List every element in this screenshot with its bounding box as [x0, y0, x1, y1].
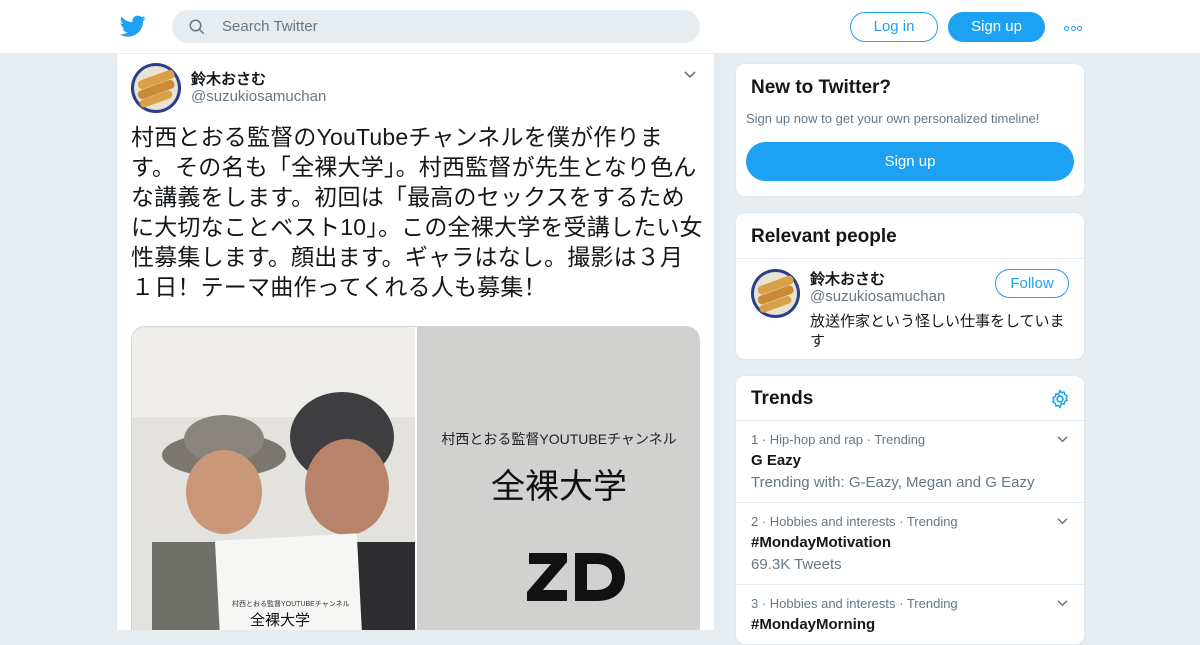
tweet-author-handle[interactable]: @suzukiosamuchan: [191, 88, 326, 105]
search-icon: [189, 19, 205, 35]
trends-card: Trends 1 · Hip-hop and rap · Trending G …: [735, 375, 1085, 645]
trend-description: Trending with: G-Eazy, Megan and G Eazy: [751, 474, 1035, 491]
trend-meta: 2 · Hobbies and interests · Trending: [751, 514, 958, 529]
divider: [736, 258, 1084, 259]
trend-name[interactable]: G Eazy: [751, 452, 801, 469]
document-title: 村西とおる監督YOUTUBEチャンネル: [441, 431, 677, 447]
follow-button[interactable]: Follow: [995, 269, 1069, 298]
document-heading: 全裸大学: [491, 467, 627, 507]
avatar[interactable]: [131, 63, 181, 113]
chevron-down-icon[interactable]: [1056, 517, 1069, 526]
tweet-author-name[interactable]: 鈴木おさむ: [191, 68, 266, 89]
small-document-heading: 全裸大学: [250, 612, 311, 629]
avatar-image: [131, 63, 181, 113]
relevant-people-title: Relevant people: [751, 226, 897, 247]
trend-name[interactable]: #MondayMotivation: [751, 534, 891, 551]
small-document-title: 村西とおる監督YOUTUBEチャンネル: [232, 601, 350, 608]
trend-meta: 1 · Hip-hop and rap · Trending: [751, 432, 926, 447]
relevant-person-name[interactable]: 鈴木おさむ: [810, 268, 885, 289]
signup-button[interactable]: Sign up: [948, 12, 1045, 42]
more-options-icon[interactable]: [1064, 18, 1086, 34]
search-input[interactable]: Search Twitter: [222, 18, 318, 35]
trend-description: 69.3K Tweets: [751, 556, 842, 573]
chevron-down-icon[interactable]: [1056, 435, 1069, 444]
relevant-person-bio: 放送作家という怪しい仕事をしています: [810, 313, 1065, 350]
new-to-twitter-card: New to Twitter? Sign up now to get your …: [735, 63, 1085, 197]
twitter-bird-icon[interactable]: [120, 13, 146, 39]
trend-meta: 3 · Hobbies and interests · Trending: [751, 596, 958, 611]
media-photo-right[interactable]: 村西とおる監督YOUTUBEチャンネル 全裸大学: [417, 327, 699, 630]
avatar[interactable]: [751, 269, 800, 318]
sidebar-signup-button[interactable]: Sign up: [746, 142, 1074, 181]
trends-header: Trends: [736, 376, 1084, 421]
trend-name[interactable]: #MondayMorning: [751, 616, 875, 633]
new-to-twitter-subtitle: Sign up now to get your own personalized…: [746, 111, 1040, 126]
gear-icon[interactable]: [1049, 388, 1071, 410]
chevron-down-icon[interactable]: [683, 70, 697, 80]
relevant-people-card: Relevant people 鈴木おさむ @suzukiosamuchan F…: [735, 212, 1085, 360]
search-box[interactable]: Search Twitter: [172, 10, 700, 43]
avatar-image: [751, 269, 800, 318]
trend-item[interactable]: 1 · Hip-hop and rap · Trending G Eazy Tr…: [736, 421, 1084, 503]
tweet-media[interactable]: 村西とおる監督YOUTUBEチャンネル 全裸大学 村西とおる監督YOUTUBEチ…: [131, 326, 700, 630]
tweet-card: 鈴木おさむ @suzukiosamuchan 村西とおる監督のYouTubeチャ…: [116, 54, 715, 630]
tweet-text: 村西とおる監督のYouTubeチャンネルを僕が作ります。その名も「全裸大学」。村…: [131, 124, 703, 300]
relevant-person-handle[interactable]: @suzukiosamuchan: [810, 288, 945, 305]
media-photo-left[interactable]: 村西とおる監督YOUTUBEチャンネル 全裸大学: [132, 327, 415, 630]
new-to-twitter-title: New to Twitter?: [751, 77, 892, 98]
trend-item[interactable]: 2 · Hobbies and interests · Trending #Mo…: [736, 503, 1084, 585]
trend-item[interactable]: 3 · Hobbies and interests · Trending #Mo…: [736, 585, 1084, 644]
login-button[interactable]: Log in: [850, 12, 938, 42]
chevron-down-icon[interactable]: [1056, 599, 1069, 608]
top-navigation-bar: Search Twitter Log in Sign up: [0, 0, 1200, 54]
trends-title: Trends: [751, 388, 814, 409]
